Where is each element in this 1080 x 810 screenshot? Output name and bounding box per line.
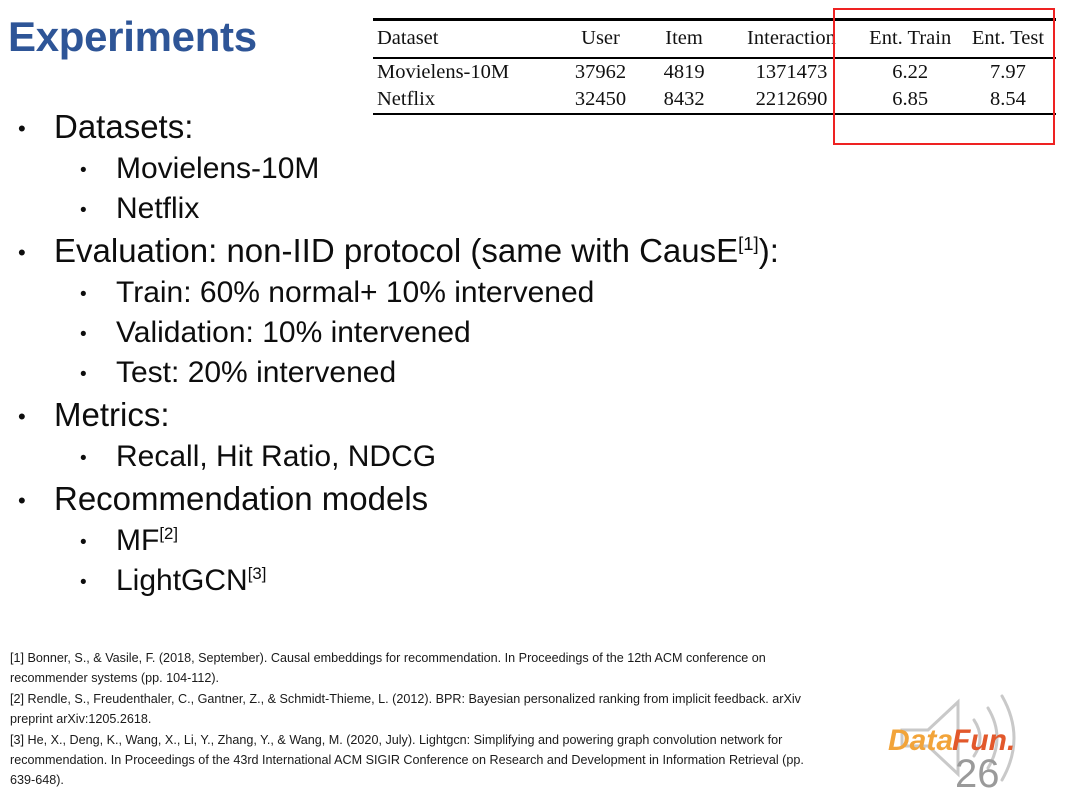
bullet-dot-icon: • xyxy=(80,532,87,553)
column-header-interaction: Interaction xyxy=(722,18,861,58)
cell-item: 4819 xyxy=(645,57,723,86)
bullet-dot-icon: • xyxy=(80,448,87,469)
bullet-label: Recall, Hit Ratio, NDCG xyxy=(116,440,437,473)
citation-ref-1: [1] xyxy=(738,233,759,254)
model-name: LightGCN xyxy=(116,564,248,597)
reference-line: recommender systems (pp. 104-112). xyxy=(10,671,220,686)
reference-line: preprint arXiv:1205.2618. xyxy=(10,712,152,727)
bullet-label: LightGCN[3] xyxy=(116,564,267,597)
bullet-dot-icon: • xyxy=(18,404,26,429)
bullet-label: Movielens-10M xyxy=(116,152,320,185)
table-header-row: Dataset User Item Interaction Ent. Train… xyxy=(373,18,1056,58)
bullet-label: MF[2] xyxy=(116,524,178,557)
column-header-ent-train: Ent. Train xyxy=(860,18,960,58)
bullet-test-split: • Test: 20% intervened xyxy=(18,358,738,388)
content-bullet-list: • Datasets: • Movielens-10M • Netflix • … xyxy=(18,110,779,606)
bullet-dot-icon: • xyxy=(18,116,26,141)
stats-table: Dataset User Item Interaction Ent. Train… xyxy=(373,18,1056,115)
bullet-dot-icon: • xyxy=(80,284,87,305)
cell-ent-train: 6.85 xyxy=(860,86,960,115)
bullet-dataset-movielens: • Movielens-10M xyxy=(18,154,738,184)
bullet-evaluation: • Evaluation: non-IID protocol (same wit… xyxy=(18,234,779,267)
bullet-model-lightgcn: • LightGCN[3] xyxy=(18,564,738,597)
cell-ent-test: 7.97 xyxy=(959,57,1056,86)
table-row: Movielens-10M 37962 4819 1371473 6.22 7.… xyxy=(373,57,1056,86)
reference-line: [1] Bonner, S., & Vasile, F. (2018, Sept… xyxy=(10,651,766,665)
dataset-statistics-table: Dataset User Item Interaction Ent. Train… xyxy=(373,18,1061,115)
bullet-train-split: • Train: 60% normal+ 10% intervened xyxy=(18,278,738,308)
bullet-validation-split: • Validation: 10% intervened xyxy=(18,318,738,348)
cell-dataset: Movielens-10M xyxy=(373,57,556,86)
evaluation-text-pre: Evaluation: non-IID protocol (same with … xyxy=(54,232,739,269)
bullet-metrics: • Metrics: xyxy=(18,398,738,431)
bullet-label: Recommendation models xyxy=(54,480,429,517)
column-header-item: Item xyxy=(645,18,723,58)
cell-ent-test: 8.54 xyxy=(959,86,1056,115)
column-header-dataset: Dataset xyxy=(373,18,556,58)
bullet-dot-icon: • xyxy=(80,160,87,181)
bullet-model-mf: • MF[2] xyxy=(18,524,738,557)
bullet-dot-icon: • xyxy=(80,364,87,385)
model-name: MF xyxy=(116,524,160,557)
reference-line: [2] Rendle, S., Freudenthaler, C., Gantn… xyxy=(10,691,801,706)
bullet-label: Datasets: xyxy=(54,108,194,145)
cell-interaction: 1371473 xyxy=(722,57,861,86)
bullet-label: Metrics: xyxy=(54,396,170,433)
reference-line: recommendation. In Proceedings of the 43… xyxy=(10,752,804,767)
column-header-ent-test: Ent. Test xyxy=(959,18,1056,58)
citation-ref-2: [2] xyxy=(159,524,178,543)
bullet-label: Train: 60% normal+ 10% intervened xyxy=(116,276,595,309)
page-title: Experiments xyxy=(8,13,257,60)
bullet-dot-icon: • xyxy=(80,200,87,221)
bullet-dot-icon: • xyxy=(18,488,26,513)
bullet-label: Evaluation: non-IID protocol (same with … xyxy=(54,234,779,267)
cell-ent-train: 6.22 xyxy=(860,57,960,86)
reference-line: 639-648). xyxy=(10,773,64,788)
bullet-dot-icon: • xyxy=(80,324,87,345)
bullet-metrics-list: • Recall, Hit Ratio, NDCG xyxy=(18,442,738,472)
references-footnote: [1] Bonner, S., & Vasile, F. (2018, Sept… xyxy=(10,648,1068,791)
bullet-dataset-netflix: • Netflix xyxy=(18,194,738,224)
bullet-dot-icon: • xyxy=(80,572,87,593)
page-number: 26 xyxy=(955,752,1000,796)
reference-line: [3] He, X., Deng, K., Wang, X., Li, Y., … xyxy=(10,732,783,747)
cell-user: 37962 xyxy=(555,57,646,86)
bullet-label: Test: 20% intervened xyxy=(116,356,397,389)
evaluation-text-post: ): xyxy=(758,232,779,269)
bullet-datasets: • Datasets: xyxy=(18,110,738,143)
column-header-user: User xyxy=(555,18,646,58)
bullet-label: Validation: 10% intervened xyxy=(116,316,471,349)
bullet-dot-icon: • xyxy=(18,240,26,265)
cell-interaction: 2212690 xyxy=(722,86,861,115)
citation-ref-3: [3] xyxy=(247,564,267,583)
bullet-recommendation-models: • Recommendation models xyxy=(18,482,738,515)
bullet-label: Netflix xyxy=(116,192,200,225)
